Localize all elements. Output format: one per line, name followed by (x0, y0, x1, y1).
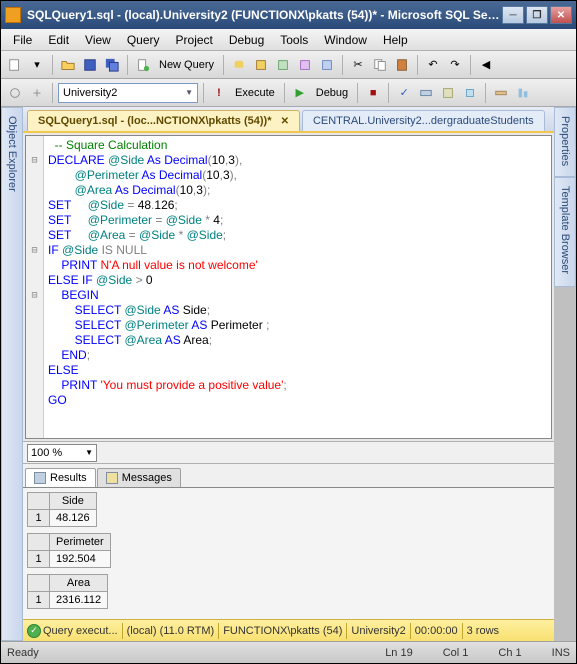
chevron-down-icon: ▼ (85, 448, 93, 457)
status-server: (local) (11.0 RTM) (127, 625, 215, 637)
properties-tab[interactable]: Properties (554, 107, 576, 177)
menu-bar: File Edit View Query Project Debug Tools… (1, 29, 576, 51)
status-bar: Ready Ln 19 Col 1 Ch 1 INS (1, 641, 576, 663)
analysis-query-icon[interactable] (251, 55, 271, 75)
status-database: University2 (351, 625, 405, 637)
menu-view[interactable]: View (77, 31, 119, 49)
menu-help[interactable]: Help (375, 31, 416, 49)
status-message: Query execut... (43, 625, 118, 637)
tab-label: SQLQuery1.sql - (loc...NCTIONX\pkatts (5… (38, 115, 272, 127)
result-grid[interactable]: Side148.126 (27, 492, 550, 527)
parse-icon[interactable]: ✓ (394, 83, 414, 103)
menu-query[interactable]: Query (119, 31, 168, 49)
zoom-value: 100 % (31, 447, 62, 459)
debug-label[interactable]: Debug (312, 87, 352, 99)
execute-label[interactable]: Execute (231, 87, 279, 99)
status-time: 00:00:00 (415, 625, 458, 637)
menu-debug[interactable]: Debug (221, 31, 272, 49)
cancel-query-icon[interactable]: ■ (363, 83, 383, 103)
intellisense-icon[interactable] (460, 83, 480, 103)
tab-label: Messages (122, 472, 172, 484)
new-query-icon[interactable] (133, 55, 153, 75)
object-explorer-tab[interactable]: Object Explorer (1, 107, 23, 641)
menu-edit[interactable]: Edit (40, 31, 77, 49)
menu-tools[interactable]: Tools (272, 31, 316, 49)
close-button[interactable]: ✕ (550, 6, 572, 24)
menu-project[interactable]: Project (168, 31, 221, 49)
tab-label: CENTRAL.University2...dergraduateStudent… (313, 115, 534, 127)
status-ch: Ch 1 (498, 647, 521, 659)
title-bar: SQLQuery1.sql - (local).University2 (FUN… (1, 1, 576, 29)
restore-button[interactable]: ❐ (526, 6, 548, 24)
result-grid[interactable]: Perimeter1192.504 (27, 533, 550, 568)
db-engine-query-icon[interactable] (229, 55, 249, 75)
code-text[interactable]: -- Square CalculationDECLARE @Side As De… (44, 136, 551, 438)
success-icon: ✓ (27, 624, 41, 638)
zoom-bar: 100 % ▼ (23, 441, 554, 463)
code-editor[interactable]: ⊟⊟⊟ -- Square CalculationDECLARE @Side A… (25, 135, 552, 439)
status-ins: INS (552, 647, 570, 659)
debug-play-icon[interactable]: ▶ (290, 83, 310, 103)
messages-icon (106, 472, 118, 484)
status-col: Col 1 (443, 647, 469, 659)
status-ready: Ready (7, 647, 39, 659)
cut-icon[interactable]: ✂ (348, 55, 368, 75)
tab-results[interactable]: Results (25, 468, 96, 487)
object-explorer-label: Object Explorer (6, 116, 18, 192)
status-user: FUNCTIONX\pkatts (54) (223, 625, 342, 637)
copy-icon[interactable] (370, 55, 390, 75)
fold-gutter[interactable]: ⊟⊟⊟ (26, 136, 44, 438)
standard-toolbar: ▾ New Query ✂ ↶ ↷ ◀ (1, 51, 576, 79)
xmla-query-icon[interactable] (317, 55, 337, 75)
minimize-button[interactable]: ─ (502, 6, 524, 24)
paste-icon[interactable] (392, 55, 412, 75)
tab-messages[interactable]: Messages (97, 468, 181, 487)
tab-central-university[interactable]: CENTRAL.University2...dergraduateStudent… (302, 110, 545, 131)
change-connection-icon[interactable] (27, 83, 47, 103)
query-options-icon[interactable] (438, 83, 458, 103)
chevron-down-icon: ▼ (185, 88, 193, 97)
menu-window[interactable]: Window (316, 31, 375, 49)
database-combo[interactable]: University2 ▼ (58, 83, 198, 103)
query-status-bar: ✓ Query execut... (local) (11.0 RTM) FUN… (23, 619, 554, 641)
properties-label: Properties (559, 116, 571, 166)
undo-icon[interactable]: ↶ (423, 55, 443, 75)
database-combo-value: University2 (63, 87, 117, 99)
tab-label: Results (50, 472, 87, 484)
display-plan-icon[interactable] (416, 83, 436, 103)
sql-editor-toolbar: University2 ▼ ! Execute ▶ Debug ■ ✓ (1, 79, 576, 107)
new-project-icon[interactable] (5, 55, 25, 75)
dmx-query-icon[interactable] (295, 55, 315, 75)
connect-icon[interactable] (5, 83, 25, 103)
status-rows: 3 rows (467, 625, 499, 637)
save-all-icon[interactable] (102, 55, 122, 75)
zoom-combo[interactable]: 100 % ▼ (27, 444, 97, 462)
execute-icon[interactable]: ! (209, 83, 229, 103)
save-icon[interactable] (80, 55, 100, 75)
results-panel: Side148.126 Perimeter1192.504 Area12316.11… (23, 487, 554, 619)
window-title: SQLQuery1.sql - (local).University2 (FUN… (27, 8, 502, 22)
mdx-query-icon[interactable] (273, 55, 293, 75)
template-browser-tab[interactable]: Template Browser (554, 177, 576, 287)
dropdown-icon[interactable]: ▾ (27, 55, 47, 75)
results-tab-strip: Results Messages (23, 463, 554, 487)
include-stats-icon[interactable] (513, 83, 533, 103)
new-query-label[interactable]: New Query (155, 59, 218, 71)
results-grid-icon (34, 472, 46, 484)
tab-sqlquery1[interactable]: SQLQuery1.sql - (loc...NCTIONX\pkatts (5… (27, 110, 300, 131)
redo-icon[interactable]: ↷ (445, 55, 465, 75)
include-plan-icon[interactable] (491, 83, 511, 103)
navigate-back-icon[interactable]: ◀ (476, 55, 496, 75)
tab-close-icon[interactable]: ✕ (281, 116, 289, 127)
status-line: Ln 19 (385, 647, 413, 659)
result-grid[interactable]: Area12316.112 (27, 574, 550, 609)
app-icon (5, 7, 21, 23)
menu-file[interactable]: File (5, 31, 40, 49)
open-icon[interactable] (58, 55, 78, 75)
template-browser-label: Template Browser (559, 186, 571, 274)
document-tab-strip: SQLQuery1.sql - (loc...NCTIONX\pkatts (5… (23, 107, 554, 133)
